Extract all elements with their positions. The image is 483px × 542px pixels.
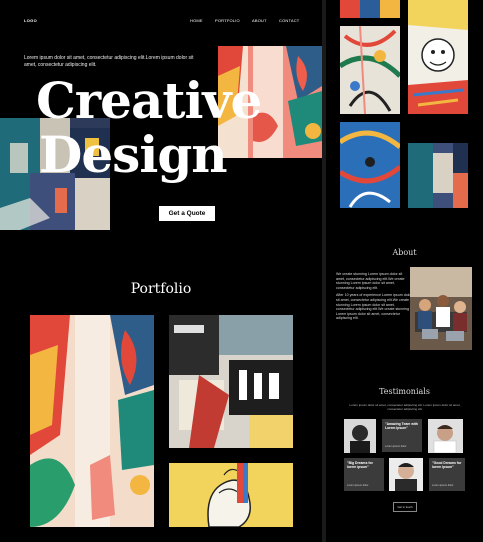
about-text: We create stunning Lorem ipsum dolor sit… (336, 272, 412, 321)
portfolio-image-1[interactable] (30, 315, 154, 527)
testimonial-quote-2: "Big Dreams for lorem ipsum" (347, 461, 373, 469)
testimonial-quote-1: "Amazing Team with Lorem Ipsum" (385, 422, 419, 430)
landing-page-continued: About We create stunning Lorem ipsum dol… (326, 0, 483, 542)
get-in-touch-button[interactable]: Get in touch (393, 502, 417, 512)
get-a-quote-button[interactable]: Get a Quote (159, 206, 215, 221)
testimonial-avatar-1 (344, 419, 376, 453)
testimonial-avatar-2 (428, 419, 463, 453)
portfolio-image-2[interactable] (169, 315, 293, 448)
gallery-image-abstract[interactable] (408, 143, 468, 208)
testimonial-quote-3: "Good Dreams for lorem ipsum" (432, 461, 462, 469)
testimonial-author-3: Lorem ipsum dolor (432, 484, 454, 487)
nav-portfolio[interactable]: PORTFOLIO (215, 18, 240, 23)
about-section-title: About (392, 248, 417, 257)
portfolio-image-3[interactable] (169, 463, 293, 527)
testimonial-avatar-3 (389, 458, 423, 491)
portfolio-section-title: Portfolio (130, 281, 192, 297)
nav-about[interactable]: ABOUT (252, 18, 267, 23)
hero-title: Creative Design (36, 71, 262, 184)
nav-contact[interactable]: CONTACT (279, 18, 299, 23)
testimonials-subtitle: Lorem ipsum dolor sit amet, consectetur … (349, 403, 461, 411)
logo[interactable]: LOGO (24, 18, 37, 23)
gallery-image-top-left[interactable] (340, 0, 400, 18)
gallery-image-doodle[interactable] (408, 0, 468, 114)
gallery-image-splatter-1[interactable] (340, 26, 400, 114)
testimonial-card-1: "Amazing Team with Lorem Ipsum" Lorem ip… (382, 419, 422, 452)
nav-home[interactable]: HOME (190, 18, 203, 23)
testimonials-section-title: Testimonials (379, 387, 430, 396)
testimonial-author-1: Lorem ipsum dolor (385, 445, 407, 448)
testimonial-author-2: Lorem ipsum dolor (347, 484, 369, 487)
testimonial-card-2: "Big Dreams for lorem ipsum" Lorem ipsum… (344, 458, 384, 491)
hero-intro-text: Lorem ipsum dolor sit amet, consectetur … (24, 55, 194, 68)
gallery-image-splatter-2[interactable] (340, 122, 400, 208)
about-team-photo (410, 267, 472, 350)
testimonial-card-3: "Good Dreams for lorem ipsum" Lorem ipsu… (429, 458, 465, 491)
about-paragraph-2: After 10 years of experience Lorem ipsum… (336, 293, 412, 321)
about-paragraph-1: We create stunning Lorem ipsum dolor sit… (336, 272, 405, 290)
landing-page-main: LOGO HOME PORTFOLIO ABOUT CONTACT Lorem … (0, 0, 322, 542)
hero-title-line-2: Design (39, 125, 228, 184)
hero-title-line-1: Creative (36, 71, 262, 130)
